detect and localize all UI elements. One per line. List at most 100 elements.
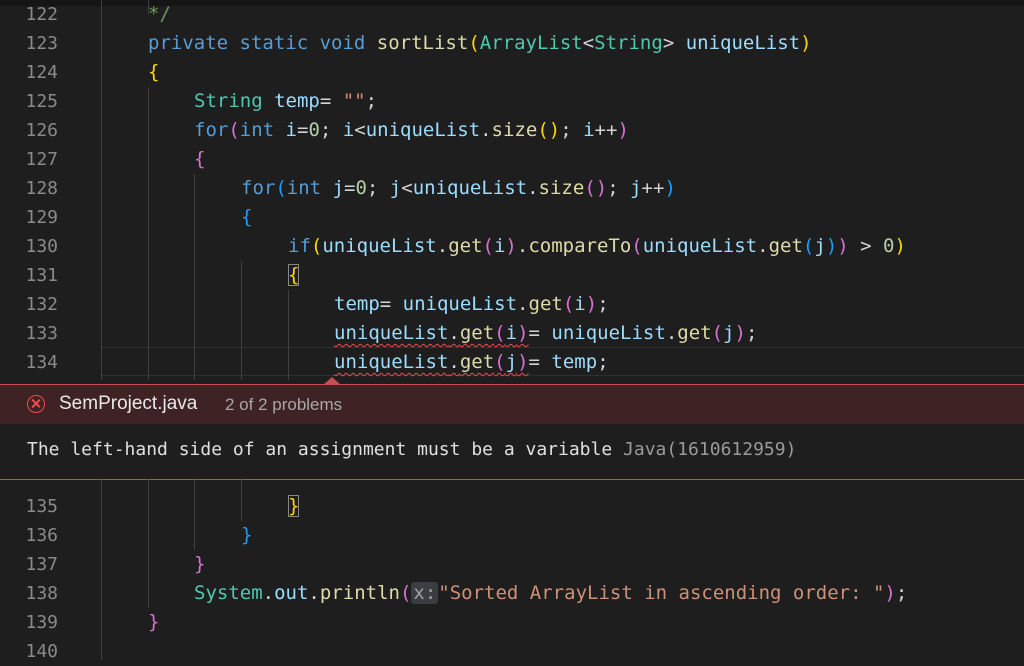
code-line[interactable]: 125 String temp= ""; xyxy=(0,87,1024,116)
line-number: 126 xyxy=(25,120,58,141)
code-token: ) xyxy=(517,351,529,373)
code-token: i xyxy=(493,235,506,257)
code-token: = xyxy=(344,177,356,199)
code-token: . xyxy=(448,351,460,373)
peek-problem-count: 2 of 2 problems xyxy=(225,395,343,414)
code-token: uniqueList xyxy=(642,235,758,257)
line-number: 138 xyxy=(25,583,58,604)
code-token: ; xyxy=(365,90,378,112)
code-line[interactable]: 137} xyxy=(0,550,1024,579)
indent-guide xyxy=(194,174,195,380)
code-token: ( xyxy=(631,235,643,257)
code-token: ( xyxy=(228,119,240,141)
code-token: j xyxy=(630,177,642,199)
code-token: for xyxy=(194,119,229,141)
code-line[interactable]: 123 private static void sortList(ArrayLis… xyxy=(0,29,1024,58)
code-token: println xyxy=(319,582,400,604)
code-token: i xyxy=(285,119,297,141)
code-token: if xyxy=(288,235,311,257)
code-token: temp xyxy=(551,351,598,373)
code-line[interactable]: 133 uniqueList.get(i)= uniqueList.get(j); xyxy=(0,319,1024,348)
code-token: ( xyxy=(711,322,724,344)
indent-guide xyxy=(288,290,289,380)
peek-file-name[interactable]: SemProject.java xyxy=(59,393,197,415)
problem-peek-panel: SemProject.java 2 of 2 problems The left… xyxy=(0,377,1024,480)
code-token: ( xyxy=(468,32,480,54)
code-token: static xyxy=(239,32,320,54)
indent-guide xyxy=(148,478,149,608)
code-token: System xyxy=(194,582,263,604)
code-token: uniqueList xyxy=(412,177,528,199)
code-token: j xyxy=(505,351,518,373)
code-text: */ xyxy=(148,0,171,29)
code-token: private xyxy=(148,32,240,54)
code-text: String temp= ""; xyxy=(194,87,377,116)
code-token: get xyxy=(528,293,563,315)
code-line[interactable]: 138 System.out.println(x: "Sorted ArrayLis… xyxy=(0,579,1024,608)
code-token: ( xyxy=(482,235,494,257)
peek-body: The left-hand side of an assignment must… xyxy=(0,424,1024,480)
code-token: for xyxy=(241,177,276,199)
code-text: { xyxy=(241,203,252,232)
code-token: String xyxy=(194,90,275,112)
indent-guide xyxy=(194,478,195,550)
code-line[interactable]: 126 for(int i=0; i<uniqueList.size(); i++… xyxy=(0,116,1024,145)
code-line[interactable]: 134 uniqueList.get(j)= temp; xyxy=(0,348,1024,377)
code-token: ( xyxy=(310,235,323,257)
code-token: ( xyxy=(562,293,575,315)
code-token: j xyxy=(332,177,344,199)
code-token: = xyxy=(528,322,552,344)
code-token: ArrayList xyxy=(479,32,583,54)
code-token: get xyxy=(459,322,495,344)
indent-guide xyxy=(241,478,242,521)
code-token: } xyxy=(241,524,253,546)
error-source: Java(1610612959) xyxy=(623,439,797,460)
code-token: ( xyxy=(275,177,287,199)
code-token: ++ xyxy=(594,119,618,141)
code-editor-bottom[interactable]: 135} 136} 137} 138 System.out.println(x: "Sor… xyxy=(0,478,1024,662)
code-token: ; xyxy=(366,177,390,199)
code-line[interactable]: 132 temp= uniqueList.get(i); xyxy=(0,290,1024,319)
code-token: int xyxy=(239,119,286,141)
code-token: i xyxy=(342,119,355,141)
code-line[interactable]: 131 { xyxy=(0,261,1024,290)
code-line[interactable]: 124 { xyxy=(0,58,1024,87)
code-token: ( xyxy=(494,351,506,373)
code-token: i xyxy=(574,293,586,315)
code-line[interactable]: 135} xyxy=(0,492,1024,521)
code-line[interactable]: 140 xyxy=(0,637,1024,666)
line-number: 127 xyxy=(25,149,58,170)
line-number: 129 xyxy=(25,207,58,228)
code-line[interactable]: 122 */ xyxy=(0,0,1024,29)
error-text: The left-hand side of an assignment must… xyxy=(27,439,624,460)
code-token: ( xyxy=(399,582,412,604)
code-token: 0 xyxy=(355,177,367,199)
code-text: } xyxy=(241,521,252,550)
indent-guide xyxy=(101,478,102,660)
code-token: ) xyxy=(734,322,746,344)
code-editor-top[interactable]: 122 */123 private static void sortList(Arr… xyxy=(0,0,1024,380)
code-line[interactable]: 136} xyxy=(0,521,1024,550)
code-token: ) xyxy=(517,322,529,344)
error-circle-icon xyxy=(27,395,45,413)
code-line[interactable]: 128 for(int j=0; j<uniqueList.size(); j++… xyxy=(0,174,1024,203)
code-text: for(int j=0; j<uniqueList.size(); j++) xyxy=(241,174,676,203)
line-number: 140 xyxy=(25,641,58,662)
code-token: out xyxy=(274,582,309,604)
code-token: } xyxy=(288,495,300,517)
code-token: */ xyxy=(148,3,171,25)
code-token: . xyxy=(757,235,769,257)
code-token: 0 xyxy=(883,235,895,257)
code-line[interactable]: 139} xyxy=(0,608,1024,637)
code-token: ) xyxy=(664,177,676,199)
code-line[interactable]: 130 if(uniqueList.get(i).compareTo(unique… xyxy=(0,232,1024,261)
code-token: . xyxy=(262,582,275,604)
code-token: = xyxy=(297,119,309,141)
code-token: void xyxy=(319,32,377,54)
code-token: . xyxy=(665,322,678,344)
code-line[interactable]: 129 { xyxy=(0,203,1024,232)
code-token: size xyxy=(491,119,538,141)
code-line[interactable]: 127 { xyxy=(0,145,1024,174)
code-text: temp= uniqueList.get(i); xyxy=(334,290,609,319)
error-message[interactable]: The left-hand side of an assignment must… xyxy=(27,439,796,460)
